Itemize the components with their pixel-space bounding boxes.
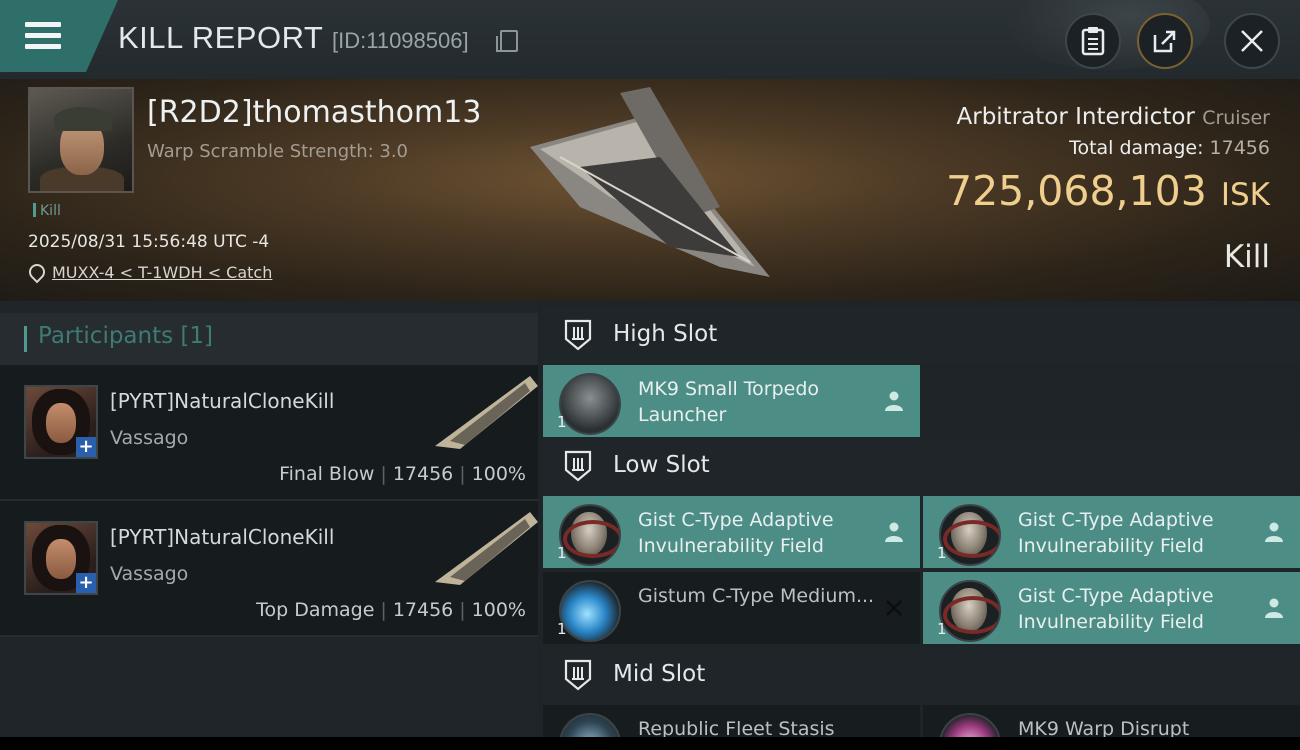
kill-report-window: KILL REPORT [ID:11098506] [R2D2]thomasth… <box>0 0 1300 737</box>
participant-percent: 100% <box>471 599 526 621</box>
item-quantity: 1 <box>557 620 567 638</box>
clipboard-icon <box>1081 27 1105 56</box>
participant-stats: Top Damage | 17456 | 100% <box>256 599 526 621</box>
fitting-item[interactable]: 1 MK9 Small Torpedo Launcher <box>543 365 920 437</box>
location-pin-icon <box>25 260 49 284</box>
slot-icon <box>564 659 592 691</box>
participant-ship-image <box>435 512 538 585</box>
warp-disruptor-icon <box>939 713 1001 737</box>
item-name: Gistum C-Type Medium... <box>638 585 875 607</box>
close-button[interactable] <box>1224 13 1280 69</box>
participant-percent: 100% <box>471 463 526 485</box>
low-slot-header: Low Slot <box>543 438 1300 494</box>
fitting-panel: High Slot 1 MK9 Small Torpedo Launcher L… <box>543 307 1300 737</box>
header-bar: KILL REPORT [ID:11098506] <box>0 0 1300 79</box>
mid-slot-header: Mid Slot <box>543 647 1300 703</box>
participants-label: Participants [1] <box>38 323 213 349</box>
item-quantity: 1 <box>557 544 567 562</box>
warp-scramble-strength: Warp Scramble Strength: 3.0 <box>147 141 409 162</box>
shield-module-icon <box>939 504 1001 566</box>
participant-name: [PYRT]NaturalCloneKill <box>110 389 335 413</box>
fitting-item[interactable]: 1 Republic Fleet Stasis <box>543 705 920 737</box>
total-damage: Total damage: 17456 <box>1069 137 1270 159</box>
plus-icon: + <box>76 573 96 593</box>
copy-icon[interactable] <box>496 30 518 52</box>
shield-module-icon <box>939 580 1001 642</box>
kill-timestamp: 2025/08/31 15:56:48 UTC -4 <box>28 232 270 252</box>
total-damage-label: Total damage: <box>1069 137 1204 159</box>
fitting-item[interactable]: 1 Gist C-Type Adaptive Invulnerability F… <box>923 496 1300 568</box>
fitting-item[interactable]: 1 Gist C-Type Adaptive Invulnerability F… <box>923 572 1300 644</box>
mid-slot-label: Mid Slot <box>613 661 706 687</box>
participant-stats: Final Blow | 17456 | 100% <box>279 463 526 485</box>
person-icon <box>885 522 903 542</box>
participant-role: Final Blow <box>279 463 375 485</box>
participants-header: Participants [1] <box>0 313 538 365</box>
item-name: Gist C-Type Adaptive Invulnerability Fie… <box>638 509 834 557</box>
fitting-item[interactable]: 1 MK9 Warp Disrupt <box>923 705 1300 737</box>
person-icon <box>885 391 903 411</box>
shield-extender-icon <box>559 580 621 642</box>
item-name: MK9 Warp Disrupt <box>1018 718 1190 737</box>
shield-module-icon <box>559 504 621 566</box>
participant-avatar[interactable]: + <box>24 521 98 595</box>
total-damage-value: 17456 <box>1209 137 1270 159</box>
person-icon <box>1265 598 1283 618</box>
fitting-item[interactable]: 1 Gistum C-Type Medium... <box>543 572 920 644</box>
participants-panel: Participants [1] + [PYRT]NaturalCloneKil… <box>0 301 538 737</box>
victim-ship-image <box>530 87 770 277</box>
participant-ship: Vassago <box>110 427 189 449</box>
participant-damage: 17456 <box>392 463 454 485</box>
item-name: Gist C-Type Adaptive Invulnerability Fie… <box>1018 509 1214 557</box>
torpedo-launcher-icon <box>559 373 621 435</box>
close-icon <box>1241 30 1263 52</box>
stasis-webifier-icon <box>559 713 621 737</box>
item-quantity: 1 <box>557 413 567 431</box>
participant-ship-image <box>435 376 538 449</box>
item-quantity: 1 <box>937 620 947 638</box>
item-name: Gist C-Type Adaptive Invulnerability Fie… <box>1018 585 1214 633</box>
participant-role: Top Damage <box>256 599 375 621</box>
person-icon <box>1265 522 1283 542</box>
participant-name: [PYRT]NaturalCloneKill <box>110 525 335 549</box>
victim-avatar[interactable] <box>28 87 134 193</box>
clipboard-button[interactable] <box>1065 13 1121 69</box>
slot-icon <box>564 319 592 351</box>
kill-tag: Kill <box>33 203 61 219</box>
participant-row[interactable]: + [PYRT]NaturalCloneKill Vassago Final B… <box>0 365 538 501</box>
ship-class: Cruiser <box>1202 107 1270 129</box>
victim-pilot-name[interactable]: [R2D2]thomasthom13 <box>147 95 481 130</box>
item-quantity: 1 <box>937 544 947 562</box>
high-slot-header: High Slot <box>543 307 1300 363</box>
slot-icon <box>564 450 592 482</box>
result-label: Kill <box>1223 239 1270 275</box>
low-slot-label: Low Slot <box>613 452 710 478</box>
plus-icon: + <box>76 437 96 457</box>
menu-button[interactable] <box>0 0 118 72</box>
item-name: MK9 Small Torpedo Launcher <box>638 378 820 426</box>
high-slot-label: High Slot <box>613 321 718 347</box>
isk-currency: ISK <box>1220 177 1270 213</box>
kill-tag-label: Kill <box>40 203 61 219</box>
share-button[interactable] <box>1137 13 1193 69</box>
victim-banner: [R2D2]thomasthom13 Warp Scramble Strengt… <box>0 79 1300 301</box>
menu-icon <box>25 22 61 55</box>
participant-damage: 17456 <box>392 599 454 621</box>
share-icon <box>1153 30 1176 53</box>
ship-name[interactable]: Arbitrator Interdictor <box>957 104 1195 130</box>
report-id: [ID:11098506] <box>332 28 469 53</box>
participant-ship: Vassago <box>110 563 189 585</box>
participant-avatar[interactable]: + <box>24 385 98 459</box>
isk-value: 725,068,103 ISK <box>946 167 1270 215</box>
location-link[interactable]: MUXX-4 < T-1WDH < Catch <box>52 263 272 282</box>
screen-bottom-edge <box>0 737 1300 750</box>
page-title: KILL REPORT <box>118 20 324 55</box>
participant-row[interactable]: + [PYRT]NaturalCloneKill Vassago Top Dam… <box>0 501 538 637</box>
isk-amount: 725,068,103 <box>946 167 1207 215</box>
victim-ship: Arbitrator Interdictor Cruiser <box>957 104 1271 130</box>
x-icon <box>886 600 902 616</box>
item-name: Republic Fleet Stasis <box>638 718 835 737</box>
fitting-item[interactable]: 1 Gist C-Type Adaptive Invulnerability F… <box>543 496 920 568</box>
